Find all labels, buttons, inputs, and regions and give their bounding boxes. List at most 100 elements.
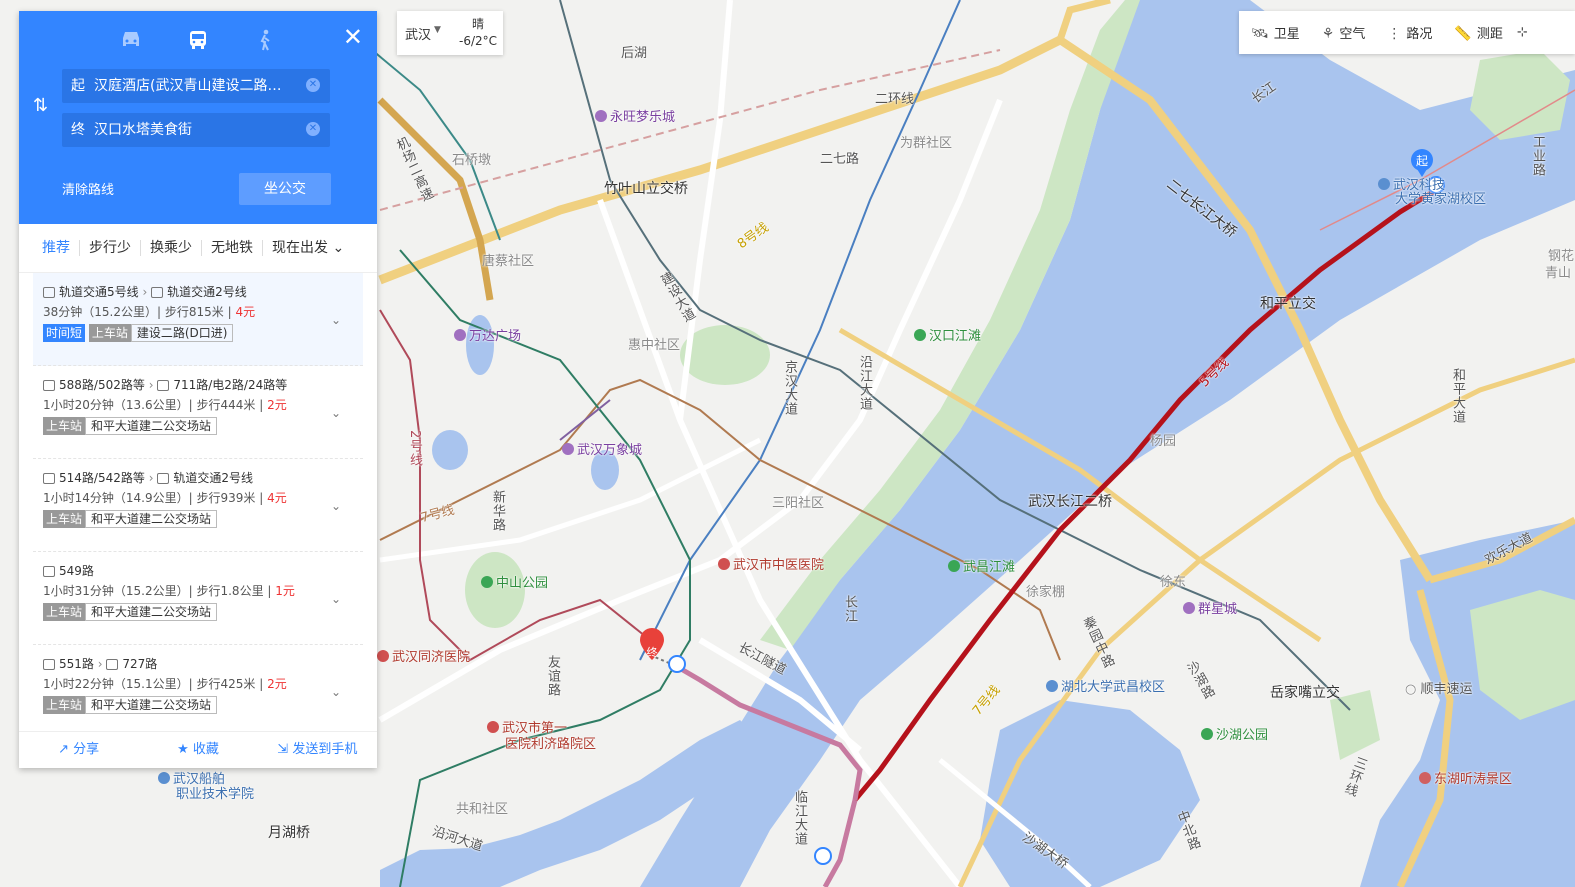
plan-meta: 38分钟（15.2公里）| 步行815米 | 4元 [43,305,256,319]
plan-lines: 轨道交通5号线 › 轨道交通2号线 [43,283,349,301]
weather-condition: 晴 [472,17,485,31]
end-tag: 终 [71,122,85,138]
air-quality-button[interactable]: ⚘ 空气 [1310,23,1376,42]
chevron-down-icon[interactable]: ⌄ [331,499,341,513]
measure-button[interactable]: 📏 测距 [1442,23,1512,42]
map-label: 二环线 [875,92,915,107]
start-tag: 起 [71,78,85,94]
map-label-poi: 群星城 [1183,598,1237,617]
map-label: 京汉大道 [782,360,797,416]
map-label: 后湖 [621,46,648,61]
send-to-phone-button[interactable]: ⇲ 发送到手机 [258,732,377,768]
plan-tabs: 推荐 步行少 换乘少 无地铁 现在出发 ⌄ [19,224,377,273]
map-label: 长江 [842,595,857,623]
route-plan[interactable]: 551路 › 727路 1小时22分钟（15.1公里）| 步行425米 | 2元… [33,645,363,737]
chevron-down-icon[interactable]: ⌄ [331,685,341,699]
fast-badge: 时间短 [43,324,86,342]
map-label-poi: 武汉万象城 [562,439,642,458]
map-label: 2号线 [407,430,422,468]
clear-route-link[interactable]: 清除路线 [62,179,114,198]
end-field[interactable]: 终汉口水塔美食街 ✕ [62,113,330,147]
svg-text:终: 终 [647,645,658,659]
car-mode-icon[interactable] [117,29,145,53]
board-station: 和平大道建二公交场站 [85,603,218,621]
map-label: 杨园 [1150,434,1177,449]
map-label: 竹叶山立交桥 [604,181,688,197]
tab-less-walk[interactable]: 步行少 [80,240,141,256]
map-label: 工业路 [1530,135,1545,177]
city-selector[interactable]: 武汉 [405,24,431,43]
map-label: 医院利济路院区 [505,737,597,752]
map-toolbar: 🛰 卫星 ⚘ 空气 ⋮ 路况 📏 测距 ⊹ [1239,11,1575,54]
bus-icon [43,566,55,577]
clear-start-icon[interactable]: ✕ [306,78,320,92]
board-label: 上车站 [43,417,86,435]
search-bus-button[interactable]: 坐公交 [239,173,331,205]
board-label: 上车站 [43,510,86,528]
route-plan[interactable]: 549路 1小时31分钟（15.2公里）| 步行1.8公里 | 1元 上车站 和平… [33,552,363,645]
route-panel-header: ✕ ⇅ 起汉庭酒店(武汉青山建设二路地... ✕ 终汉口水塔美食街 ✕ 清除路线… [19,11,377,224]
walk-mode-icon[interactable] [251,29,279,53]
send-icon: ⇲ [277,742,293,757]
chevron-down-icon[interactable]: ⌄ [331,592,341,606]
chevron-down-icon[interactable]: ⌄ [331,313,341,327]
map-label: 大学黄家湖校区 [1395,192,1487,207]
tab-less-transfer[interactable]: 换乘少 [141,240,202,256]
traffic-button[interactable]: ⋮ 路况 [1375,23,1442,42]
map-label: 三阳社区 [772,496,825,511]
map-label: 惠中社区 [628,338,681,353]
board-label: 上车站 [43,696,86,714]
more-tools-icon[interactable]: ⊹ [1513,25,1538,40]
map-label-poi: 武昌江滩 [948,556,1015,575]
share-button[interactable]: ↗ 分享 [19,732,138,768]
board-station: 和平大道建二公交场站 [85,696,218,714]
route-plan[interactable]: 轨道交通5号线 › 轨道交通2号线 38分钟（15.2公里）| 步行815米 |… [33,273,363,366]
map-label: 徐家棚 [1026,585,1066,600]
tab-no-subway[interactable]: 无地铁 [202,240,263,256]
map-label: 和平立交 [1260,296,1316,312]
map-label: 友谊路 [545,655,560,697]
metro-icon [43,287,55,298]
map-label-poi: 永旺梦乐城 [595,106,675,125]
map-label-poi: 东湖听涛景区 [1419,768,1512,787]
route-plan[interactable]: 588路/502路等 › 711路/电2路/24路等 1小时20分钟（13.6公… [33,366,363,459]
traffic-light-icon: ⋮ [1387,26,1402,42]
end-value: 汉口水塔美食街 [94,122,192,138]
map-label: 和平大道 [1450,368,1465,424]
swap-icon[interactable]: ⇅ [33,95,48,116]
satellite-button[interactable]: 🛰 卫星 [1239,23,1310,42]
svg-text:起: 起 [1416,154,1428,168]
map-label: 青山 [1545,266,1572,281]
satellite-icon: 🛰 [1251,26,1269,42]
board-station: 和平大道建二公交场站 [85,417,218,435]
bus-icon [106,659,119,670]
close-icon[interactable]: ✕ [343,25,363,49]
bus-mode-icon[interactable] [184,29,212,53]
map-label-poi: 湖北大学武昌校区 [1046,676,1165,695]
depart-time-dropdown[interactable]: 现在出发 ⌄ [263,240,353,256]
panel-footer: ↗ 分享 ★ 收藏 ⇲ 发送到手机 [19,731,377,768]
share-icon: ↗ [58,742,74,757]
caret-down-icon[interactable]: ▼ [434,25,441,35]
bus-icon [43,659,55,670]
start-field[interactable]: 起汉庭酒店(武汉青山建设二路地... ✕ [62,69,330,103]
map-label: 武汉长江二桥 [1028,494,1112,510]
ruler-icon: 📏 [1454,26,1472,42]
bus-icon [43,380,55,391]
map-label-poi: 武汉市中医医院 [718,554,824,573]
map-label: ○ 顺丰速运 [1405,682,1473,697]
clear-end-icon[interactable]: ✕ [306,122,320,136]
board-label: 上车站 [43,603,86,621]
board-label: 上车站 [88,324,131,342]
chevron-down-icon[interactable]: ⌄ [331,406,341,420]
map-label: 临江大道 [792,790,807,846]
map-label-poi: 沙湖公园 [1201,724,1268,743]
board-station: 建设二路(D口进) [130,324,234,342]
map-label-poi: 中山公园 [481,572,548,591]
map-label-poi: 武汉同济医院 [377,646,470,665]
tab-recommend[interactable]: 推荐 [33,240,80,256]
route-plan[interactable]: 514路/542路等 › 轨道交通2号线 1小时14分钟（14.9公里）| 步行… [33,459,363,552]
map-label: 沿江大道 [857,355,872,411]
favorite-button[interactable]: ★ 收藏 [138,732,257,768]
map-label: 为群社区 [900,136,953,151]
